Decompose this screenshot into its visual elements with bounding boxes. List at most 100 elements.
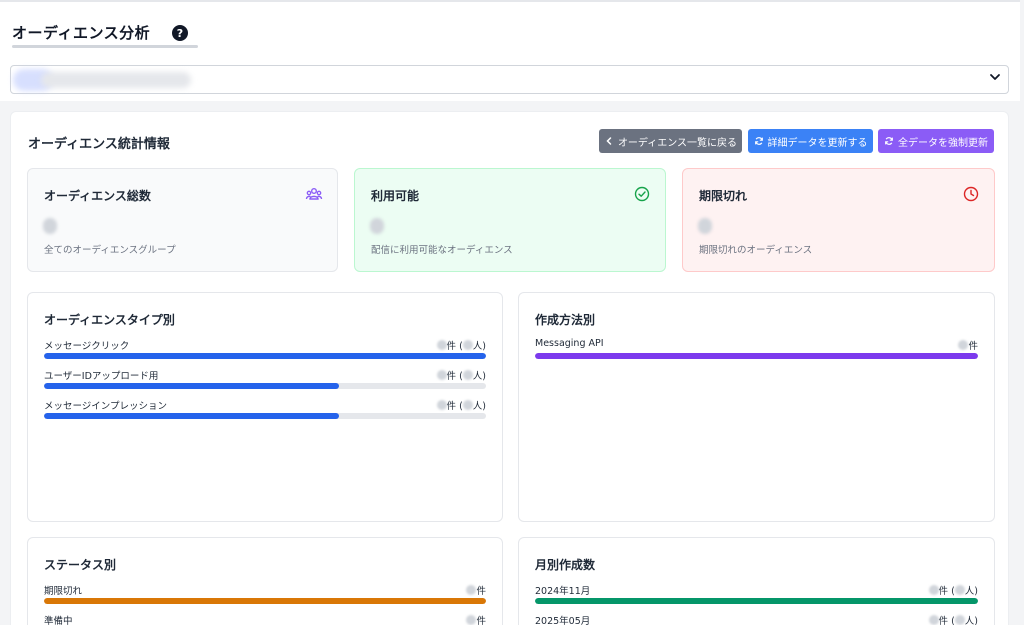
count-unit: 件 (: [446, 341, 463, 352]
row-label: メッセージインプレッション: [44, 401, 168, 412]
row-count: 件: [958, 338, 978, 352]
stat-label: オーディエンス総数: [44, 189, 151, 203]
title-underline: [12, 45, 198, 48]
stat-value-redacted: [43, 218, 57, 234]
stat-label: 期限切れ: [699, 189, 748, 203]
progress-track: [44, 413, 486, 419]
force-refresh-button[interactable]: 全データを強制更新: [878, 129, 994, 153]
refresh-detail-button[interactable]: 詳細データを更新する: [748, 129, 873, 153]
redacted-count: [928, 615, 939, 625]
count-unit: 件 (: [446, 401, 463, 412]
redacted-count: [462, 400, 473, 410]
count-unit: 件: [476, 586, 486, 597]
users-icon: [305, 188, 323, 200]
card-title: ステータス別: [44, 558, 117, 572]
progress-fill: [44, 353, 486, 359]
force-refresh-label: 全データを強制更新: [898, 137, 988, 149]
section-title: オーディエンス統計情報: [28, 137, 170, 152]
card-title: 作成方法別: [535, 313, 596, 327]
progress-track: [535, 353, 978, 359]
row-count: 件 ( 人): [928, 613, 978, 625]
row-count: 件 ( 人): [436, 338, 486, 352]
row-label: 2025年05月: [535, 616, 591, 625]
row-count: 件 ( 人): [436, 398, 486, 412]
row-label: 期限切れ: [44, 586, 83, 597]
breakdown-row: ユーザーIDアップロード用 件 ( 人): [44, 368, 486, 394]
page-title: オーディエンス分析: [12, 24, 151, 42]
count-unit: 件 (: [446, 371, 463, 382]
redacted-account-name: [41, 72, 191, 88]
row-label: ユーザーIDアップロード用: [44, 371, 159, 382]
progress-fill: [44, 383, 339, 389]
redacted-count: [466, 615, 477, 625]
progress-track: [44, 383, 486, 389]
back-to-list-label: オーディエンス一覧に戻る: [617, 137, 738, 149]
count-unit: 件 (: [938, 616, 955, 625]
breakdown-row: 2025年05月 件 ( 人): [535, 613, 978, 625]
redacted-count: [954, 615, 965, 625]
row-count: 件: [466, 583, 486, 597]
card-title: 月別作成数: [535, 558, 596, 572]
breakdown-row: メッセージクリック 件 ( 人): [44, 338, 486, 364]
redacted-count: [462, 370, 473, 380]
row-count: 件: [466, 613, 486, 625]
redacted-count: [928, 585, 939, 595]
account-select[interactable]: [10, 65, 1009, 94]
redacted-count: [462, 340, 473, 350]
check-circle-icon: [634, 186, 650, 202]
redacted-count: [436, 400, 447, 410]
stat-card-available: 利用可能 配信に利用可能なオーディエンス: [354, 168, 666, 272]
stat-description: 配信に利用可能なオーディエンス: [371, 245, 513, 256]
card-by-type: オーディエンスタイプ別 メッセージクリック件 (人) ユーザーIDアップロード用件…: [27, 292, 503, 522]
chevron-down-icon[interactable]: [988, 70, 1002, 88]
card-by-month: 月別作成数 2024年11月件 (人) 2025年05月件 (人): [518, 537, 995, 625]
breakdown-row: 準備中 件: [44, 613, 486, 625]
people-unit: 人): [964, 586, 978, 597]
count-unit: 件: [476, 616, 486, 625]
card-by-status: ステータス別 期限切れ件準備中件: [27, 537, 503, 625]
refresh-icon: [754, 137, 763, 145]
count-unit: 件: [968, 341, 978, 352]
breakdown-row: 2024年11月 件 ( 人): [535, 583, 978, 609]
page-header: オーディエンス分析 ?: [0, 0, 1020, 101]
stat-card-total: オーディエンス総数 全てのオーディエンスグループ: [27, 168, 338, 272]
people-unit: 人): [472, 401, 486, 412]
clock-icon: [963, 186, 979, 202]
stat-description: 期限切れのオーディエンス: [699, 245, 813, 256]
progress-fill: [535, 598, 978, 604]
people-unit: 人): [964, 616, 978, 625]
stat-label: 利用可能: [371, 189, 420, 203]
card-by-method: 作成方法別 Messaging API 件: [518, 292, 995, 522]
redacted-count: [436, 340, 447, 350]
progress-fill: [44, 413, 339, 419]
stat-value-redacted: [698, 218, 712, 234]
progress-track: [44, 598, 486, 604]
help-icon[interactable]: ?: [172, 25, 188, 41]
back-to-list-button[interactable]: オーディエンス一覧に戻る: [599, 129, 742, 153]
redacted-count: [466, 585, 477, 595]
chevron-left-icon: [606, 137, 612, 145]
redacted-count: [958, 340, 969, 350]
people-unit: 人): [472, 341, 486, 352]
breakdown-row: 期限切れ 件: [44, 583, 486, 609]
count-unit: 件 (: [938, 586, 955, 597]
progress-track: [44, 353, 486, 359]
refresh-detail-label: 詳細データを更新する: [767, 137, 868, 149]
row-label: 2024年11月: [535, 586, 591, 597]
redacted-count: [954, 585, 965, 595]
refresh-icon: [885, 137, 893, 145]
breakdown-row: Messaging API 件: [535, 338, 978, 364]
people-unit: 人): [472, 371, 486, 382]
stat-card-expired: 期限切れ 期限切れのオーディエンス: [682, 168, 995, 272]
breakdown-row: メッセージインプレッション 件 ( 人): [44, 398, 486, 424]
card-title: オーディエンスタイプ別: [44, 313, 175, 327]
stat-description: 全てのオーディエンスグループ: [44, 245, 176, 256]
stat-value-redacted: [370, 218, 384, 234]
row-label: メッセージクリック: [44, 341, 130, 352]
row-label: Messaging API: [535, 338, 604, 349]
row-count: 件 ( 人): [928, 583, 978, 597]
row-count: 件 ( 人): [436, 368, 486, 382]
progress-track: [535, 598, 978, 604]
progress-fill: [535, 353, 978, 359]
progress-fill: [44, 598, 486, 604]
